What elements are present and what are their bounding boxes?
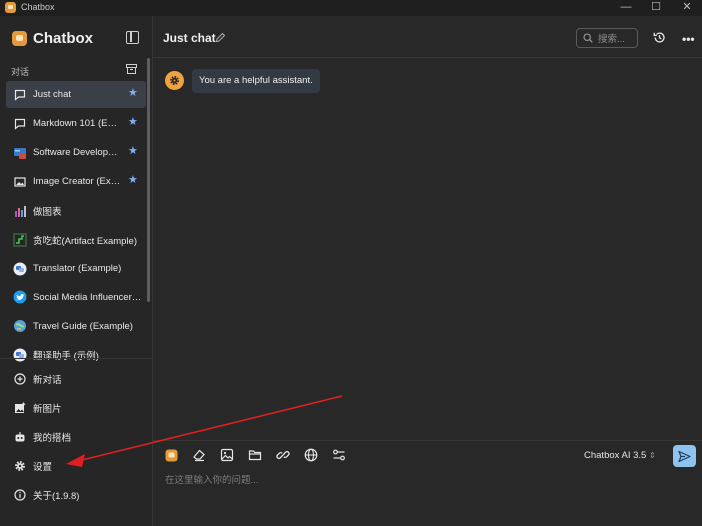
brand-name: Chatbox — [33, 30, 93, 47]
model-selector[interactable]: Chatbox AI 3.5 ⇕ — [584, 450, 656, 461]
new-chat-label: 新对话 — [33, 375, 62, 386]
chat-main: Just chat 搜索... ••• You are a helpful as… — [153, 16, 702, 526]
globe-icon[interactable] — [303, 447, 319, 463]
session-item[interactable]: 贪吃蛇(Artifact Example) — [6, 226, 146, 253]
session-label: 做图表 — [33, 206, 62, 218]
session-label: Translator (Example) — [33, 263, 122, 274]
session-item[interactable]: Image Creator (Example) ★ — [6, 168, 146, 195]
chat-bubble-icon — [12, 116, 28, 132]
my-copilots-button[interactable]: 我的搭档 — [6, 424, 146, 450]
settings-label: 设置 — [33, 462, 53, 473]
session-list: Just chat ★ Markdown 101 (Example) ★ Sof… — [6, 81, 146, 364]
about-button[interactable]: 关于(1.9.8) — [6, 482, 146, 508]
send-icon — [678, 450, 691, 462]
travel-avatar-icon — [12, 318, 28, 334]
more-options-icon[interactable]: ••• — [682, 32, 695, 46]
image-attach-icon[interactable] — [219, 447, 235, 463]
session-item[interactable]: Just chat ★ — [6, 81, 146, 109]
my-copilots-label: 我的搭档 — [33, 433, 72, 444]
new-image-label: 新图片 — [33, 404, 62, 415]
new-chat-button[interactable]: 新对话 — [6, 366, 146, 392]
gear-icon — [12, 458, 28, 474]
edit-pencil-icon[interactable] — [215, 32, 226, 43]
chat-bubble-icon — [12, 87, 28, 103]
folder-icon[interactable] — [247, 447, 263, 463]
snake-avatar-icon — [12, 232, 28, 248]
star-icon[interactable]: ★ — [128, 116, 139, 128]
minimize-button[interactable]: — — [611, 0, 641, 16]
system-message[interactable]: You are a helpful assistant. — [192, 69, 320, 93]
translator-avatar-icon — [12, 261, 28, 277]
chat-header: Just chat 搜索... ••• — [153, 16, 702, 58]
settings-button[interactable]: 设置 — [6, 453, 146, 479]
developer-avatar-icon — [12, 145, 28, 161]
info-icon — [12, 487, 28, 503]
section-label-conversations: 对话 — [11, 67, 30, 77]
session-label: Image Creator (Example) — [33, 176, 121, 188]
sidebar-scrollbar[interactable] — [147, 58, 150, 302]
search-placeholder: 搜索... — [598, 34, 625, 45]
session-label: Software Developer (Example) — [33, 147, 121, 159]
search-icon — [583, 33, 593, 43]
message-input[interactable] — [165, 472, 665, 488]
translator-avatar-icon — [12, 347, 28, 363]
archive-icon[interactable] — [126, 64, 137, 74]
robot-icon — [12, 429, 28, 445]
session-label: Markdown 101 (Example) — [33, 118, 121, 130]
session-item[interactable]: 做图表 — [6, 197, 146, 224]
sidebar-divider — [0, 358, 152, 359]
image-icon — [12, 174, 28, 190]
twitter-avatar-icon — [12, 289, 28, 305]
window-title: Chatbox — [21, 2, 55, 12]
chatbox-logo-icon — [12, 31, 27, 46]
add-circle-icon — [12, 371, 28, 387]
session-label: Just chat — [33, 89, 72, 101]
close-button[interactable]: ✕ — [672, 0, 702, 16]
chevron-updown-icon: ⇕ — [648, 451, 656, 460]
session-label: Travel Guide (Example) — [33, 320, 133, 332]
star-icon[interactable]: ★ — [128, 174, 139, 186]
model-name: Chatbox AI 3.5 — [584, 450, 647, 461]
new-image-button[interactable]: 新图片 — [6, 395, 146, 421]
brand: Chatbox — [12, 30, 93, 47]
session-label: 贪吃蛇(Artifact Example) — [33, 235, 137, 247]
session-item[interactable]: Translator (Example) — [6, 255, 146, 282]
sliders-icon[interactable] — [331, 447, 347, 463]
input-area: Chatbox AI 3.5 ⇕ — [153, 440, 702, 526]
link-icon[interactable] — [275, 447, 291, 463]
session-item[interactable]: Software Developer (Example) ★ — [6, 139, 146, 166]
send-button[interactable] — [673, 445, 696, 467]
sidebar: Chatbox 对话 Just chat ★ Markdown 101 (Exa… — [0, 16, 153, 526]
session-item[interactable]: Travel Guide (Example) — [6, 313, 146, 340]
session-item[interactable]: Markdown 101 (Example) ★ — [6, 110, 146, 137]
session-label: 翻译助手 (示例) — [33, 351, 99, 363]
search-button[interactable]: 搜索... — [576, 28, 638, 48]
gear-icon — [170, 76, 179, 85]
about-label: 关于(1.9.8) — [33, 491, 80, 502]
add-image-icon — [12, 400, 28, 416]
session-label: Social Media Influencer (Example) — [33, 291, 143, 303]
copilot-logo-button[interactable] — [163, 447, 179, 463]
title-bar: Chatbox — ☐ ✕ — [0, 0, 702, 16]
session-item[interactable]: Social Media Influencer (Example) — [6, 284, 146, 311]
collapse-sidebar-icon[interactable] — [126, 31, 139, 44]
chart-avatar-icon — [12, 203, 28, 219]
eraser-icon[interactable] — [191, 447, 207, 463]
session-item[interactable]: 翻译助手 (示例) — [6, 342, 146, 364]
star-icon[interactable]: ★ — [128, 145, 139, 157]
maximize-button[interactable]: ☐ — [641, 0, 671, 16]
star-icon[interactable]: ★ — [128, 88, 139, 99]
input-toolbar — [163, 447, 359, 463]
history-icon[interactable] — [653, 31, 666, 44]
app-icon — [5, 2, 16, 13]
chat-title: Just chat — [163, 31, 216, 45]
system-avatar — [165, 71, 184, 90]
